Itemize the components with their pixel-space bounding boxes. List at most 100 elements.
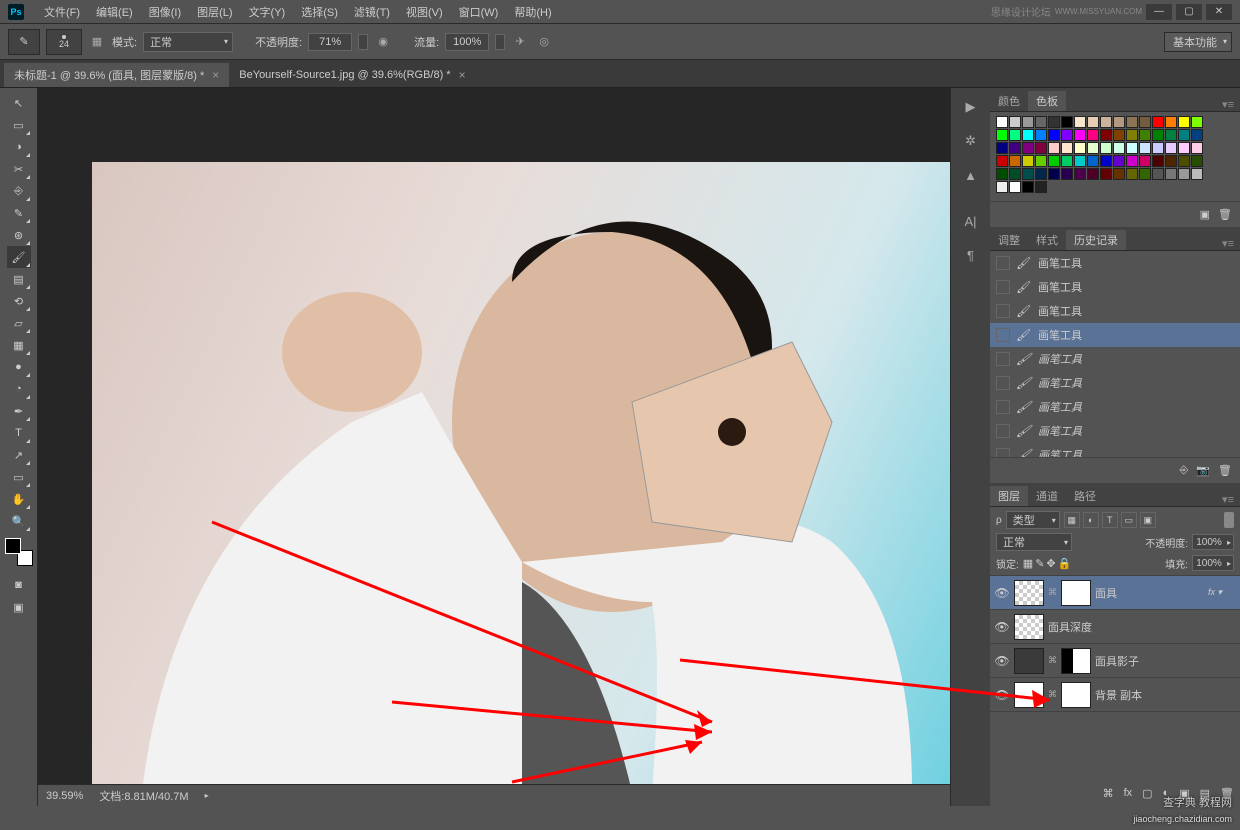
swatch[interactable]: [1022, 155, 1034, 167]
lock-transparent-icon[interactable]: ▦: [1023, 557, 1033, 570]
quick-select-tool[interactable]: ✂: [7, 158, 31, 180]
layer-opacity-input[interactable]: 100%: [1192, 534, 1234, 550]
swatch[interactable]: [1152, 168, 1164, 180]
foreground-color-swatch[interactable]: [5, 538, 21, 554]
swatch[interactable]: [1139, 155, 1151, 167]
create-doc-icon[interactable]: ⎆: [1180, 464, 1189, 477]
menu-help[interactable]: 帮助(H): [506, 4, 559, 20]
hand-tool[interactable]: ✋: [7, 488, 31, 510]
swatch[interactable]: [1191, 168, 1203, 180]
filter-smart-icon[interactable]: ▣: [1140, 512, 1156, 528]
brush-panel-icon[interactable]: ▦: [88, 33, 106, 51]
swatch[interactable]: [1191, 116, 1203, 128]
swatch[interactable]: [1113, 142, 1125, 154]
swatch[interactable]: [1126, 129, 1138, 141]
screen-mode-icon[interactable]: ▣: [7, 596, 31, 618]
swatch[interactable]: [1139, 168, 1151, 180]
swatch[interactable]: [1022, 116, 1034, 128]
swatch[interactable]: [1178, 129, 1190, 141]
swatch[interactable]: [1022, 129, 1034, 141]
heal-tool[interactable]: ⊛: [7, 224, 31, 246]
swatch[interactable]: [1035, 116, 1047, 128]
shape-tool[interactable]: ▭: [7, 466, 31, 488]
swatch[interactable]: [1009, 181, 1021, 193]
swatch[interactable]: [1061, 155, 1073, 167]
layer-row[interactable]: 👁 ⌘ 面具fx ▾: [990, 576, 1240, 610]
tab-history[interactable]: 历史记录: [1066, 230, 1126, 250]
swatch[interactable]: [1113, 155, 1125, 167]
play-icon[interactable]: ▶: [960, 96, 982, 118]
maximize-button[interactable]: ▢: [1176, 4, 1202, 20]
tab-color[interactable]: 颜色: [990, 91, 1028, 111]
swatch[interactable]: [1009, 129, 1021, 141]
swatch[interactable]: [1165, 129, 1177, 141]
lock-pixels-icon[interactable]: ✎: [1035, 557, 1044, 570]
document-tab-2[interactable]: BeYourself-Source1.jpg @ 39.6%(RGB/8) * …: [229, 63, 475, 87]
swatch[interactable]: [1048, 155, 1060, 167]
panel-menu-icon[interactable]: ▾≡: [1216, 493, 1240, 506]
swatch[interactable]: [1087, 168, 1099, 180]
menu-select[interactable]: 选择(S): [293, 4, 346, 20]
panel-menu-icon[interactable]: ▾≡: [1216, 237, 1240, 250]
blur-tool[interactable]: ●: [7, 356, 31, 378]
swatch[interactable]: [1165, 116, 1177, 128]
snapshot-icon[interactable]: 📷: [1196, 464, 1210, 477]
swatch[interactable]: [1139, 129, 1151, 141]
swatch[interactable]: [1035, 129, 1047, 141]
layer-name[interactable]: 面具影子: [1095, 653, 1236, 669]
swatch[interactable]: [1009, 168, 1021, 180]
quick-mask-icon[interactable]: ◙: [7, 574, 31, 596]
swatch[interactable]: [1009, 155, 1021, 167]
tab-styles[interactable]: 样式: [1028, 230, 1066, 250]
swatch[interactable]: [1061, 129, 1073, 141]
close-button[interactable]: ✕: [1206, 4, 1232, 20]
mask-thumbnail[interactable]: [1061, 682, 1091, 708]
swatch[interactable]: [996, 129, 1008, 141]
minimize-button[interactable]: —: [1146, 4, 1172, 20]
swatch[interactable]: [1139, 116, 1151, 128]
swatch[interactable]: [1035, 168, 1047, 180]
swatch[interactable]: [1100, 142, 1112, 154]
stamp-tool[interactable]: ▤: [7, 268, 31, 290]
history-item[interactable]: 🖌画笔工具: [990, 299, 1240, 323]
history-item[interactable]: 🖌画笔工具: [990, 443, 1240, 457]
layer-row[interactable]: 👁 ⌘ 面具影子: [990, 644, 1240, 678]
swatch[interactable]: [1061, 116, 1073, 128]
workspace-switcher[interactable]: 基本功能: [1164, 32, 1232, 52]
layer-row[interactable]: 👁 ⌘ 背景 副本: [990, 678, 1240, 712]
swatch[interactable]: [996, 181, 1008, 193]
lasso-tool[interactable]: ◑: [7, 136, 31, 158]
swatch[interactable]: [1178, 168, 1190, 180]
path-select-tool[interactable]: ↗: [7, 444, 31, 466]
swatch[interactable]: [996, 142, 1008, 154]
zoom-level[interactable]: 39.59%: [46, 790, 83, 802]
layer-thumbnail[interactable]: [1014, 682, 1044, 708]
swatch[interactable]: [1035, 181, 1047, 193]
fx-badge[interactable]: fx ▾: [1208, 587, 1222, 598]
tablet-opacity-icon[interactable]: ◉: [374, 33, 392, 51]
history-item[interactable]: 🖌画笔工具: [990, 323, 1240, 347]
swatch[interactable]: [1022, 168, 1034, 180]
filter-pixel-icon[interactable]: ▦: [1064, 512, 1080, 528]
marquee-tool[interactable]: ▭: [7, 114, 31, 136]
swatch[interactable]: [1191, 129, 1203, 141]
menu-view[interactable]: 视图(V): [398, 4, 451, 20]
tab-channels[interactable]: 通道: [1028, 486, 1066, 506]
zoom-tool[interactable]: 🔍: [7, 510, 31, 532]
layer-fx-icon[interactable]: fx: [1124, 787, 1133, 799]
swatch[interactable]: [1100, 155, 1112, 167]
swatch[interactable]: [1048, 129, 1060, 141]
swatch[interactable]: [1048, 116, 1060, 128]
swatch[interactable]: [1178, 155, 1190, 167]
flow-input[interactable]: 100%: [445, 33, 489, 51]
swatch[interactable]: [1009, 142, 1021, 154]
tab-swatches[interactable]: 色板: [1028, 91, 1066, 111]
move-tool[interactable]: ↖: [7, 92, 31, 114]
delete-state-icon[interactable]: 🗑: [1218, 464, 1232, 477]
visibility-icon[interactable]: 👁: [994, 653, 1010, 669]
layer-blend-select[interactable]: 正常: [996, 533, 1072, 551]
close-icon[interactable]: ×: [212, 68, 219, 82]
status-chevron-icon[interactable]: ▸: [205, 791, 209, 800]
canvas[interactable]: [92, 162, 950, 792]
eyedropper-tool[interactable]: ✎: [7, 202, 31, 224]
